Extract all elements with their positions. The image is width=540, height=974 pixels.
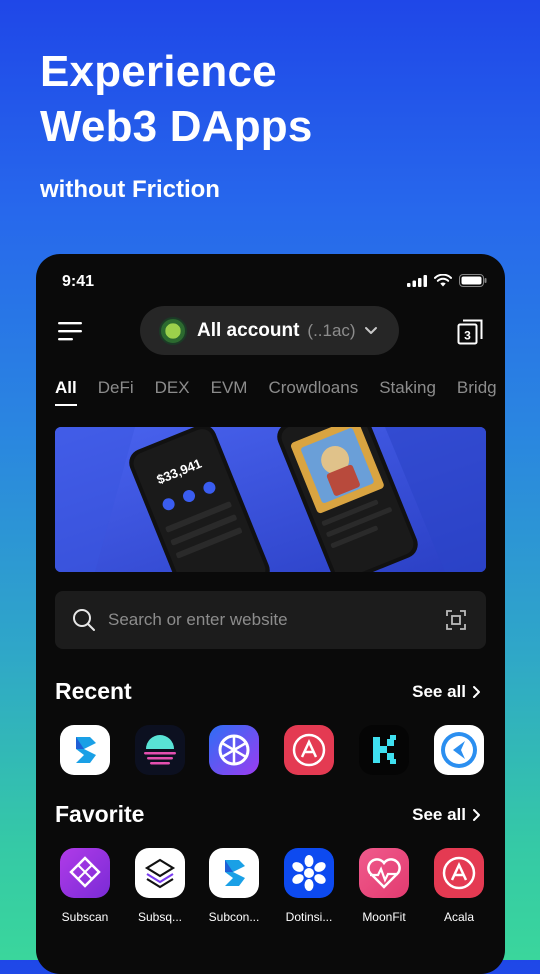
battery-icon (459, 274, 487, 287)
favorite-app-label: MoonFit (362, 910, 406, 924)
tab-bridge[interactable]: Bridg (457, 378, 497, 406)
dotinsights-logo-icon (284, 848, 334, 898)
recent-app-kbird[interactable] (424, 725, 494, 775)
recent-app-interlay[interactable] (199, 725, 269, 775)
status-icons (407, 274, 487, 287)
favorite-app-acala[interactable]: Acala (424, 848, 494, 924)
kbird-logo-icon (434, 725, 484, 775)
chevron-down-icon (364, 327, 377, 334)
subconnect-logo-icon (60, 725, 110, 775)
recent-title: Recent (55, 678, 132, 704)
favorite-app-label: Acala (443, 910, 475, 924)
chevron-right-icon (473, 686, 480, 698)
recent-app-subconnect[interactable] (50, 725, 120, 775)
favorite-app-label: Subsq... (137, 910, 183, 924)
tab-count: 3 (464, 329, 471, 343)
favorite-app-moonfit[interactable]: MoonFit (349, 848, 419, 924)
tab-all[interactable]: All (55, 378, 77, 406)
recent-see-all-button[interactable]: See all (412, 682, 481, 702)
moonfit-logo-icon (359, 848, 409, 898)
tab-staking[interactable]: Staking (379, 378, 436, 406)
tab-dex[interactable]: DEX (155, 378, 190, 406)
hero-title: Experience Web3 DApps (40, 44, 313, 154)
recent-app-acala[interactable] (274, 725, 344, 775)
promo-banner[interactable]: $33,941 (55, 427, 486, 572)
banner-phones-illustration: $33,941 (55, 427, 486, 572)
tab-evm[interactable]: EVM (211, 378, 248, 406)
acala-logo-icon (284, 725, 334, 775)
search-icon (73, 609, 95, 631)
hero-title-line-2: Web3 DApps (40, 102, 313, 151)
chevron-right-icon (473, 809, 480, 821)
hero-title-line-1: Experience (40, 47, 277, 96)
acala-logo-icon (434, 848, 484, 898)
subconnect-logo-icon (209, 848, 259, 898)
account-name: All account (197, 319, 300, 341)
signal-icon (407, 274, 427, 287)
subsquid-logo-icon (135, 848, 185, 898)
hero-subtitle: without Friction (40, 176, 220, 203)
account-selector[interactable]: All account (..1ac) (140, 306, 399, 355)
favorite-app-label: Subscan (61, 910, 109, 924)
account-avatar (159, 316, 187, 345)
category-tabs: All DeFi DEX EVM Crowdloans Staking Brid… (55, 378, 505, 406)
subscan-logo-icon (60, 848, 110, 898)
browser-tabs-button[interactable]: 3 (457, 319, 483, 345)
favorite-app-subconnect[interactable]: Subcon... (199, 848, 269, 924)
recent-app-karura[interactable] (349, 725, 419, 775)
interlay-knot-logo-icon (209, 725, 259, 775)
account-address: (..1ac) (307, 320, 356, 340)
search-input[interactable]: Search or enter website (55, 591, 486, 649)
favorite-app-dotinsights[interactable]: Dotinsi... (274, 848, 344, 924)
favorite-app-label: Subcon... (208, 910, 260, 924)
phone-screen: 9:41 All account (..1ac) 3 All DeFi DEX … (36, 254, 505, 974)
wifi-icon (434, 274, 452, 287)
search-placeholder: Search or enter website (108, 610, 288, 629)
favorite-app-subscan[interactable]: Subscan (50, 848, 120, 924)
scan-qr-icon[interactable] (446, 610, 466, 630)
recent-app-moon[interactable] (125, 725, 195, 775)
moon-stripes-logo-icon (135, 725, 185, 775)
tab-crowdloans[interactable]: Crowdloans (268, 378, 358, 406)
tabs-icon: 3 (457, 319, 483, 345)
favorite-see-all-label: See all (412, 805, 466, 824)
favorite-app-subsquid[interactable]: Subsq... (125, 848, 195, 924)
tab-defi[interactable]: DeFi (98, 378, 134, 406)
recent-see-all-label: See all (412, 682, 466, 701)
favorite-see-all-button[interactable]: See all (412, 805, 481, 825)
menu-icon[interactable] (58, 320, 84, 342)
status-time: 9:41 (62, 273, 95, 290)
favorite-app-label: Dotinsi... (285, 910, 333, 924)
favorite-title: Favorite (55, 801, 145, 827)
karura-k-logo-icon (359, 725, 409, 775)
